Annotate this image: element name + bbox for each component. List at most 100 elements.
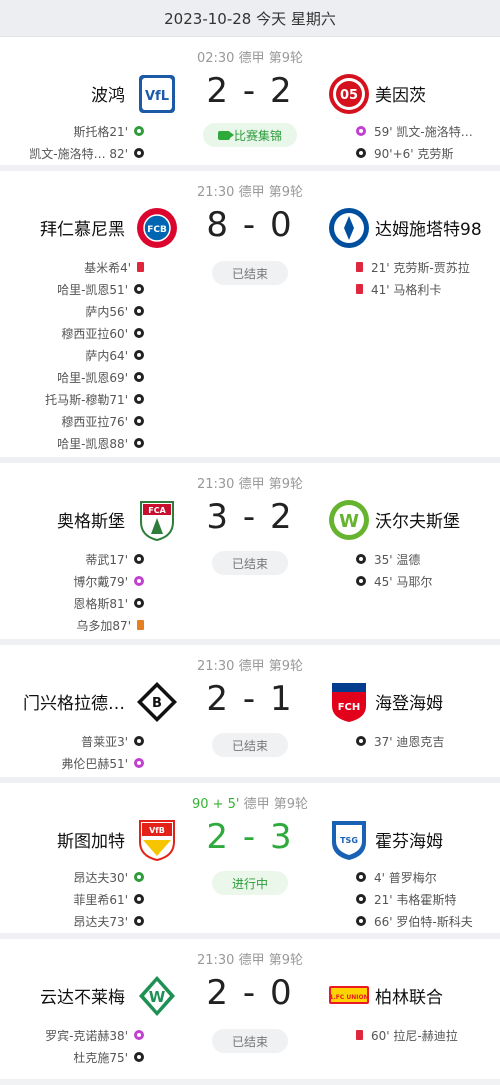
goal-icon xyxy=(134,306,144,316)
goal-icon xyxy=(134,416,144,426)
away-team-name[interactable]: 沃尔夫斯堡 xyxy=(375,507,460,532)
event-text: 蒂武17' xyxy=(85,552,128,567)
svg-text:W: W xyxy=(149,988,166,1006)
bremen-crest-icon: W xyxy=(134,973,180,1019)
goal-icon xyxy=(134,894,144,904)
penalty-icon xyxy=(356,126,366,136)
away-event: 60' 拉尼-赫迪拉 xyxy=(356,1025,458,1045)
wolfsburg-crest-icon: W xyxy=(326,497,372,543)
home-event: 哈里-凯恩69' xyxy=(57,367,144,387)
home-team-name[interactable]: 门兴格拉德… xyxy=(23,689,125,714)
yellow-card-icon xyxy=(137,620,144,630)
match-header: 21:30 德甲 第9轮 xyxy=(0,171,500,200)
match-header: 21:30 德甲 第9轮 xyxy=(0,463,500,492)
event-text: 弗伦巴赫51' xyxy=(61,756,128,771)
mainz-crest-icon: 05 xyxy=(326,71,372,117)
event-text: 66' 罗伯特-斯科夫 xyxy=(374,914,473,929)
event-text: 杜克施75' xyxy=(73,1050,128,1065)
date-label: 2023-10-28 今天 星期六 xyxy=(164,9,336,28)
highlights-button[interactable]: 比赛集锦 xyxy=(203,123,297,147)
status-badge: 已结束 xyxy=(212,551,288,575)
event-text: 萨内56' xyxy=(85,304,128,319)
match-time: 21:30 xyxy=(196,953,235,968)
hoffenheim-crest-icon: TSG xyxy=(326,817,372,863)
goal-icon xyxy=(134,394,144,404)
svg-text:VfB: VfB xyxy=(149,826,165,835)
status-badge: 已结束 xyxy=(212,733,288,757)
score: 2 - 0 xyxy=(206,973,294,1013)
goal-icon xyxy=(356,916,366,926)
away-event: 45' 马耶尔 xyxy=(356,571,432,591)
event-text: 37' 迪恩克吉 xyxy=(374,734,445,749)
svg-text:1.FC UNION: 1.FC UNION xyxy=(329,994,368,1001)
bochum-crest-icon: VfL xyxy=(134,71,180,117)
home-event: 杜克施75' xyxy=(73,1047,144,1067)
home-event: 菲里希61' xyxy=(73,889,144,909)
event-text: 基米希4' xyxy=(84,260,131,275)
match-card[interactable]: 21:30 德甲 第9轮 门兴格拉德… B 2 - 1 FCH 海登海姆 已结束… xyxy=(0,645,500,783)
home-event: 托马斯-穆勒71' xyxy=(45,389,144,409)
status-label: 已结束 xyxy=(231,266,268,281)
home-event: 昂达夫30' xyxy=(73,867,144,887)
away-team-name[interactable]: 达姆施塔特98 xyxy=(375,215,482,240)
status-label: 已结束 xyxy=(231,556,268,571)
match-card[interactable]: 21:30 德甲 第9轮 奥格斯堡 FCA 3 - 2 W 沃尔夫斯堡 已结束 … xyxy=(0,463,500,645)
goal-icon xyxy=(134,148,144,158)
match-league: 德甲 第9轮 xyxy=(243,797,309,812)
match-header: 21:30 德甲 第9轮 xyxy=(0,939,500,968)
event-text: 普莱亚3' xyxy=(81,734,128,749)
home-team-name[interactable]: 云达不莱梅 xyxy=(40,983,125,1008)
away-event: 59' 凯文-施洛特… xyxy=(356,121,473,141)
svg-text:W: W xyxy=(339,511,359,532)
own-goal-icon xyxy=(134,126,144,136)
event-text: 60' 拉尼-赫迪拉 xyxy=(371,1028,458,1043)
home-event: 普莱亚3' xyxy=(81,731,144,751)
event-text: 4' 普罗梅尔 xyxy=(374,870,437,885)
goal-icon xyxy=(356,148,366,158)
match-league: 德甲 第9轮 xyxy=(238,953,303,968)
event-text: 罗宾-克诺赫38' xyxy=(45,1028,128,1043)
home-team-name[interactable]: 斯图加特 xyxy=(57,827,125,852)
event-text: 乌多加87' xyxy=(76,618,131,633)
event-text: 59' 凯文-施洛特… xyxy=(374,124,473,139)
match-header: 02:30 德甲 第9轮 xyxy=(0,37,500,66)
away-event: 21' 韦格霍斯特 xyxy=(356,889,456,909)
away-team-name[interactable]: 霍芬海姆 xyxy=(375,827,443,852)
status-label: 比赛集锦 xyxy=(233,128,282,143)
match-card[interactable]: 90 + 5' 德甲 第9轮 斯图加特 VfB 2 - 3 TSG 霍芬海姆 进… xyxy=(0,783,500,939)
event-text: 恩格斯81' xyxy=(73,596,128,611)
red-card-icon xyxy=(137,262,144,272)
svg-text:TSG: TSG xyxy=(340,836,358,845)
home-event: 恩格斯81' xyxy=(73,593,144,613)
goal-icon xyxy=(356,736,366,746)
away-team-name[interactable]: 海登海姆 xyxy=(375,689,443,714)
gladbach-crest-icon: B xyxy=(134,679,180,725)
home-team-name[interactable]: 奥格斯堡 xyxy=(57,507,125,532)
red-card-icon xyxy=(356,262,363,272)
goal-icon xyxy=(356,554,366,564)
event-text: 昂达夫73' xyxy=(73,914,128,929)
status-badge: 已结束 xyxy=(212,261,288,285)
event-text: 哈里-凯恩69' xyxy=(57,370,128,385)
match-league: 德甲 第9轮 xyxy=(238,477,303,492)
home-event: 乌多加87' xyxy=(76,615,144,635)
svg-text:FCA: FCA xyxy=(148,506,166,515)
home-event: 哈里-凯恩51' xyxy=(57,279,144,299)
goal-icon xyxy=(134,438,144,448)
match-card[interactable]: 21:30 德甲 第9轮 云达不莱梅 W 2 - 0 1.FC UNION 柏林… xyxy=(0,939,500,1079)
away-team-name[interactable]: 柏林联合 xyxy=(375,983,443,1008)
goal-icon xyxy=(134,350,144,360)
home-team-name[interactable]: 波鸿 xyxy=(91,81,125,106)
event-text: 21' 克劳斯-贾苏拉 xyxy=(371,260,470,275)
match-card[interactable]: 02:30 德甲 第9轮 波鸿 VfL 2 - 2 05 美因茨 比赛集锦 斯托… xyxy=(0,37,500,171)
goal-icon xyxy=(134,554,144,564)
match-card[interactable]: 21:30 德甲 第9轮 拜仁慕尼黑 FCB 8 - 0 达姆施塔特98 已结束… xyxy=(0,171,500,463)
home-team-name[interactable]: 拜仁慕尼黑 xyxy=(40,215,125,240)
away-team-name[interactable]: 美因茨 xyxy=(375,81,426,106)
event-text: 35' 温德 xyxy=(374,552,421,567)
home-event: 基米希4' xyxy=(84,257,144,277)
away-event: 37' 迪恩克吉 xyxy=(356,731,444,751)
status-label: 已结束 xyxy=(231,1034,268,1049)
home-event: 穆西亚拉60' xyxy=(61,323,144,343)
penalty-icon xyxy=(134,576,144,586)
